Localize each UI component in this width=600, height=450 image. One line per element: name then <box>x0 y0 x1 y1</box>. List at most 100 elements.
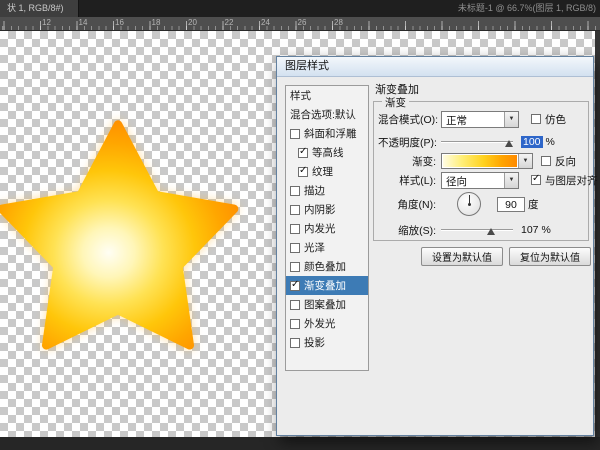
chevron-down-icon[interactable]: ▼ <box>518 154 532 168</box>
panel-edge <box>595 31 600 437</box>
angle-label: 角度(N): <box>378 197 436 212</box>
opacity-label: 不透明度(P): <box>378 135 436 150</box>
style-item-checkbox[interactable] <box>290 319 300 329</box>
style-item-checkbox[interactable] <box>298 148 308 158</box>
gradient-group: 渐变 混合模式(O): 正常 ▼ 仿色 不透明度(P): <box>373 101 589 241</box>
style-label: 样式(L): <box>378 173 436 188</box>
scale-slider-track <box>441 229 513 231</box>
style-list-item[interactable]: 斜面和浮雕 <box>286 124 368 143</box>
dialog-title-bar[interactable]: 图层样式 <box>277 57 593 77</box>
gradient-row: 渐变: ▼ 反向 <box>378 152 586 170</box>
ruler-number: 20 <box>188 18 197 27</box>
star-shape <box>0 101 240 369</box>
style-list-item[interactable]: 内阴影 <box>286 200 368 219</box>
style-item-checkbox[interactable] <box>290 129 300 139</box>
document-tab-active[interactable]: 状 1, RGB/8#) <box>0 0 79 17</box>
style-item-checkbox[interactable] <box>290 224 300 234</box>
scale-value[interactable]: 107 <box>521 224 539 236</box>
style-item-label: 光泽 <box>304 240 325 255</box>
scale-unit: % <box>542 224 551 236</box>
align-with-layer-checkbox[interactable] <box>531 175 541 185</box>
style-item-checkbox[interactable] <box>290 262 300 272</box>
blend-mode-value: 正常 <box>446 113 467 128</box>
document-tab-inactive-label: 未标题-1 @ 66.7%(图层 1, RGB/8) <box>458 3 596 13</box>
style-item-checkbox[interactable] <box>290 205 300 215</box>
blend-mode-select[interactable]: 正常 ▼ <box>441 111 519 128</box>
style-list-item[interactable]: 渐变叠加 <box>286 276 368 295</box>
style-item-label: 外发光 <box>304 316 336 331</box>
style-list-item[interactable]: 内发光 <box>286 219 368 238</box>
blend-mode-label: 混合模式(O): <box>378 112 436 127</box>
gradient-group-label: 渐变 <box>382 95 409 110</box>
document-tab-inactive[interactable]: 未标题-1 @ 66.7%(图层 1, RGB/8) <box>458 0 596 17</box>
gradient-picker[interactable]: ▼ <box>441 153 533 169</box>
scale-slider[interactable] <box>441 224 513 236</box>
angle-dial[interactable] <box>457 192 481 216</box>
style-item-label: 描边 <box>304 183 325 198</box>
ruler[interactable]: 121416182022242628 <box>0 17 600 31</box>
style-item-checkbox[interactable] <box>290 186 300 196</box>
style-select[interactable]: 径向 ▼ <box>441 172 519 189</box>
angle-unit: 度 <box>528 197 539 212</box>
reverse-checkbox[interactable] <box>541 156 551 166</box>
layer-style-dialog: 图层样式 样式 混合选项:默认 斜面和浮雕 等高线 纹理 描边 内阴影 内发光 … <box>276 56 594 436</box>
style-item-label: 混合选项:默认 <box>290 107 356 122</box>
styles-list: 样式 混合选项:默认 斜面和浮雕 等高线 纹理 描边 内阴影 内发光 光泽 颜色… <box>285 85 369 371</box>
ruler-number: 16 <box>115 18 124 27</box>
photoshop-window: 状 1, RGB/8#) 未标题-1 @ 66.7%(图层 1, RGB/8) … <box>0 0 600 450</box>
ruler-number: 24 <box>261 18 270 27</box>
blend-mode-row: 混合模式(O): 正常 ▼ 仿色 <box>378 110 586 128</box>
style-value: 径向 <box>446 174 467 189</box>
style-list-item[interactable]: 描边 <box>286 181 368 200</box>
document-tab-bar: 状 1, RGB/8#) 未标题-1 @ 66.7%(图层 1, RGB/8) <box>0 0 600 17</box>
style-list-item[interactable]: 纹理 <box>286 162 368 181</box>
reset-default-button[interactable]: 复位为默认值 <box>509 247 591 266</box>
dialog-title: 图层样式 <box>285 60 329 72</box>
make-default-button[interactable]: 设置为默认值 <box>421 247 503 266</box>
style-list-item[interactable]: 投影 <box>286 333 368 352</box>
scale-row: 缩放(S): 107 % <box>378 221 586 239</box>
style-item-checkbox[interactable] <box>290 300 300 310</box>
style-item-label: 内阴影 <box>304 202 336 217</box>
style-item-label: 纹理 <box>312 164 333 179</box>
opacity-row: 不透明度(P): 100 % <box>378 133 586 151</box>
style-list-item[interactable]: 颜色叠加 <box>286 257 368 276</box>
dither-label: 仿色 <box>545 112 566 127</box>
opacity-slider[interactable] <box>441 136 513 148</box>
ruler-number: 22 <box>225 18 234 27</box>
style-list-item[interactable]: 外发光 <box>286 314 368 333</box>
document-tab-label: 状 1, RGB/8#) <box>7 3 64 13</box>
chevron-down-icon[interactable]: ▼ <box>504 112 518 127</box>
style-item-checkbox[interactable] <box>298 167 308 177</box>
gradient-preview[interactable] <box>443 155 517 167</box>
style-item-label: 颜色叠加 <box>304 259 346 274</box>
gradient-label: 渐变: <box>378 154 436 169</box>
style-item-checkbox[interactable] <box>290 338 300 348</box>
style-list-item[interactable]: 光泽 <box>286 238 368 257</box>
style-item-checkbox[interactable] <box>290 281 300 291</box>
style-list-item[interactable]: 图案叠加 <box>286 295 368 314</box>
opacity-slider-thumb[interactable] <box>505 140 513 147</box>
ruler-number: 14 <box>79 18 88 27</box>
style-item-label: 样式 <box>290 88 311 103</box>
chevron-down-icon[interactable]: ▼ <box>504 173 518 188</box>
dialog-body: 样式 混合选项:默认 斜面和浮雕 等高线 纹理 描边 内阴影 内发光 光泽 颜色… <box>277 77 593 435</box>
style-list-item[interactable]: 等高线 <box>286 143 368 162</box>
style-item-label: 图案叠加 <box>304 297 346 312</box>
scale-slider-thumb[interactable] <box>487 228 495 235</box>
style-item-checkbox[interactable] <box>290 243 300 253</box>
style-item-label: 等高线 <box>312 145 344 160</box>
style-list-item[interactable]: 样式 <box>286 86 368 105</box>
style-item-label: 内发光 <box>304 221 336 236</box>
ruler-number: 28 <box>334 18 343 27</box>
opacity-value[interactable]: 100 <box>521 136 543 148</box>
angle-value[interactable]: 90 <box>497 197 525 212</box>
style-item-label: 渐变叠加 <box>304 278 346 293</box>
angle-row: 角度(N): 90 度 <box>378 190 586 218</box>
dither-checkbox[interactable] <box>531 114 541 124</box>
opacity-unit: % <box>546 136 555 148</box>
style-list-item[interactable]: 混合选项:默认 <box>286 105 368 124</box>
style-item-label: 投影 <box>304 335 325 350</box>
opacity-slider-track <box>441 141 513 143</box>
reverse-label: 反向 <box>555 154 576 169</box>
